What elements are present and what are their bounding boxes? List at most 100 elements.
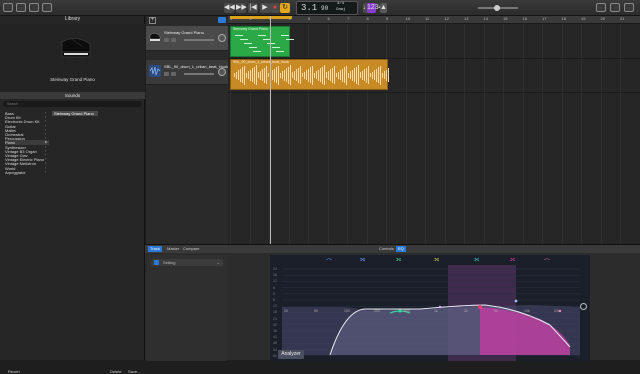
library-search-field[interactable]: Search [3, 101, 142, 107]
play-button[interactable]: ▶ [260, 3, 270, 13]
to-start-button[interactable]: |◀ [248, 3, 258, 13]
track-volume-slider[interactable] [184, 73, 214, 75]
smart-controls-icon[interactable] [29, 3, 39, 12]
waveform-segment [356, 66, 357, 84]
smart-controls-panel: Track Master Compare Controls EQ Setting… [145, 244, 640, 361]
ruler-tick: 15 [503, 16, 508, 21]
waveform-segment [294, 70, 295, 80]
media-browser-icon[interactable] [624, 3, 634, 12]
frequency-label: 20k [554, 309, 560, 313]
playhead[interactable] [270, 16, 271, 244]
category-item[interactable]: Arpeggiator [5, 170, 49, 175]
waveform-segment [374, 70, 375, 80]
count-in-button[interactable]: 1234 [367, 3, 383, 13]
help-icon[interactable] [16, 3, 26, 12]
editors-icon[interactable] [42, 3, 52, 12]
midi-note [281, 35, 289, 36]
waveform-segment [340, 70, 341, 80]
rewind-button[interactable]: ◀◀ [224, 3, 235, 13]
save-button[interactable]: Save... [128, 369, 140, 374]
grid-line [386, 24, 387, 244]
midi-note [244, 43, 253, 44]
grid-line [581, 24, 582, 244]
waveform-segment [250, 69, 251, 81]
audio-region[interactable]: SBL_90_drum_1_urban_beat_Hook [230, 59, 389, 90]
metronome-icon[interactable]: ▲ [380, 3, 387, 13]
waveform-segment [240, 68, 241, 82]
pan-knob[interactable] [218, 34, 226, 42]
ruler-tick: 19 [581, 16, 586, 21]
ruler-tick: 21 [620, 16, 625, 21]
library-toggle-icon[interactable] [3, 3, 13, 12]
channel-eq[interactable]: ⌒ ⟗ ⟗ ⟗ ⟗ ⟗ ⌒ 24 18 12 6 0 6 12 18 24 30 36 42 48 54 6… [270, 255, 590, 361]
waveform-segment [384, 71, 385, 79]
waveform-segment [246, 72, 247, 78]
midi-note [235, 35, 243, 36]
setting-dropdown[interactable]: Setting ⌄ [151, 259, 223, 266]
revert-button[interactable]: Revert [8, 369, 20, 374]
cycle-button[interactable]: ↻ [280, 3, 290, 13]
waveform-segment [350, 71, 351, 79]
add-track-button[interactable]: + [149, 17, 156, 24]
selected-sound-item[interactable]: Steinway Grand Piano [52, 111, 98, 116]
bell2-band-icon[interactable]: ⟗ [434, 257, 439, 264]
analyzer-button[interactable]: Analyzer [278, 350, 304, 359]
bell3-band-icon[interactable]: ⟗ [474, 257, 479, 264]
waveform-segment [318, 69, 319, 81]
grid-line [327, 24, 329, 244]
waveform-segment [370, 73, 371, 77]
forward-button[interactable]: ▶▶ [236, 3, 247, 13]
grid-line [308, 24, 309, 244]
midi-region[interactable]: Steinway Grand Piano [230, 26, 294, 57]
instrument-preview: Steinway Grand Piano [0, 24, 145, 94]
output-gain-knob[interactable] [580, 303, 587, 310]
bell1-band-icon[interactable]: ⟗ [396, 257, 401, 264]
frequency-label: 2k [464, 309, 468, 313]
track-volume-slider[interactable] [184, 39, 214, 41]
lcd-display[interactable]: 3.1 90 4/4 Cmaj [296, 1, 358, 15]
track-header-piano[interactable]: Steinway Grand Piano [146, 26, 228, 51]
eq-graph[interactable] [270, 255, 590, 361]
solo-icon[interactable] [171, 38, 176, 42]
controls-button[interactable]: Controls [377, 246, 396, 252]
lcd-time-signature: 4/4 [337, 2, 345, 6]
waveform-segment [274, 68, 275, 82]
waveform-segment [280, 72, 281, 78]
lowcut-band-icon[interactable]: ⌒ [326, 257, 332, 266]
ruler-tick: 13 [464, 16, 469, 21]
eq-button[interactable]: EQ [396, 246, 406, 252]
loop-browser-icon[interactable] [610, 3, 620, 12]
grid-line [620, 24, 621, 244]
highcut-band-icon[interactable]: ⌒ [544, 257, 550, 266]
grid-line [561, 24, 563, 244]
highshelf-band-icon[interactable]: ⟗ [510, 257, 515, 264]
tracks-area[interactable]: 123456789101112131415161718192021 Steinw… [228, 16, 640, 244]
notepad-icon[interactable] [596, 3, 606, 12]
grid-line [288, 24, 290, 244]
track-filter-button[interactable] [218, 17, 226, 23]
mute-icon[interactable] [164, 72, 169, 76]
ruler[interactable]: 123456789101112131415161718192021 [228, 16, 640, 24]
waveform-segment [338, 71, 339, 79]
master-volume-knob[interactable] [494, 5, 500, 11]
grid-line [600, 24, 602, 244]
frequency-label: 5k [494, 309, 498, 313]
cycle-region[interactable] [230, 16, 292, 19]
waveform-segment [310, 67, 311, 83]
track-header-audio[interactable]: SBL_90_drum_1_urban_beat_Hook [146, 60, 228, 85]
solo-icon[interactable] [171, 72, 176, 76]
pan-knob[interactable] [218, 68, 226, 76]
grid-line [347, 24, 348, 244]
tab-compare[interactable]: Compare [181, 246, 201, 252]
waveform-segment [278, 65, 279, 85]
waveform-segment [266, 66, 267, 84]
grid-line [425, 24, 426, 244]
midi-note [239, 39, 248, 40]
mute-icon[interactable] [164, 38, 169, 42]
record-button[interactable]: ● [270, 3, 280, 13]
tab-master[interactable]: Master [165, 246, 181, 252]
lowshelf-band-icon[interactable]: ⟗ [360, 257, 365, 264]
delete-button[interactable]: Delete [110, 369, 122, 374]
db-scale-label: 12 [273, 304, 277, 309]
tab-track[interactable]: Track [148, 246, 162, 252]
